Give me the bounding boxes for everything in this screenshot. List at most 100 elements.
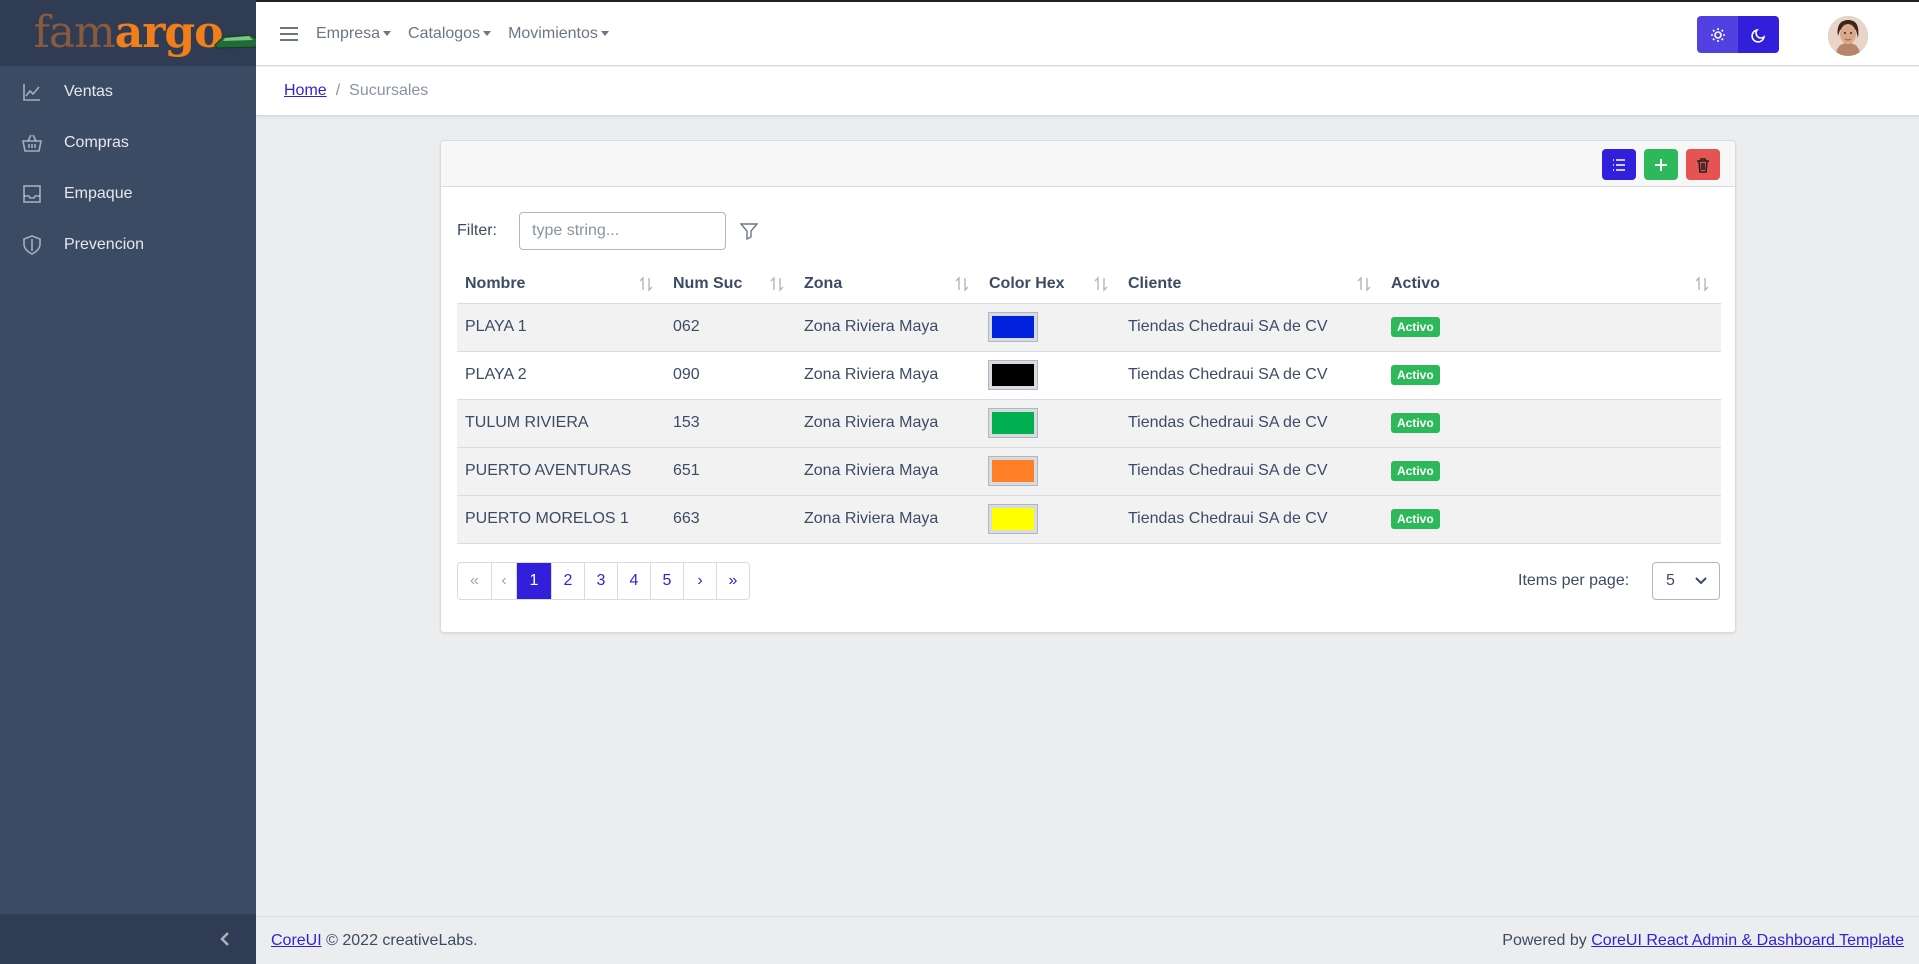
cell-activo: Activo <box>1383 399 1721 448</box>
cell-activo: Activo <box>1383 447 1721 496</box>
items-per-page-select[interactable]: 5 <box>1652 562 1720 600</box>
cell-zona: Zona Riviera Maya <box>796 351 981 400</box>
cell-nombre: PLAYA 1 <box>457 303 665 352</box>
table-row[interactable]: PUERTO AVENTURAS 651 Zona Riviera Maya T… <box>457 447 1721 496</box>
sort-icon[interactable] <box>639 276 653 292</box>
page-prev-button[interactable]: ‹ <box>491 563 516 599</box>
sucursales-table: Nombre Num Suc Zona Color Hex Cliente Ac… <box>457 265 1721 544</box>
cell-color-hex <box>981 399 1120 448</box>
sort-icon[interactable] <box>955 276 969 292</box>
cell-nombre: PUERTO AVENTURAS <box>457 447 665 496</box>
page-button-1[interactable]: 1 <box>516 563 551 599</box>
hamburger-menu-icon[interactable] <box>280 26 298 41</box>
top-nav: Empresa Catalogos Movimientos <box>316 25 626 43</box>
footer-powered-by: Powered by <box>1502 931 1587 949</box>
sidebar-toggler[interactable] <box>0 914 256 964</box>
breadcrumb-separator: / <box>335 82 341 99</box>
delete-button[interactable] <box>1686 149 1720 180</box>
sort-icon[interactable] <box>1695 276 1709 292</box>
column-header-color-hex[interactable]: Color Hex <box>981 265 1120 304</box>
caret-down-icon <box>600 31 609 36</box>
page-button-5[interactable]: 5 <box>650 563 683 599</box>
light-theme-button[interactable] <box>1697 16 1738 53</box>
sidebar-item-compras[interactable]: Compras <box>0 117 256 168</box>
page-button-3[interactable]: 3 <box>584 563 617 599</box>
sidebar-item-empaque[interactable]: Empaque <box>0 168 256 219</box>
cell-num-suc: 090 <box>665 351 796 400</box>
footer-coreui-link[interactable]: CoreUI <box>271 932 322 949</box>
footer: CoreUI © 2022 creativeLabs. Powered by C… <box>256 916 1919 964</box>
sidebar-nav: Ventas Compras Empaque Prevencion <box>0 66 256 270</box>
cell-nombre: PLAYA 2 <box>457 351 665 400</box>
sidebar-item-label: Ventas <box>64 82 113 100</box>
status-badge: Activo <box>1391 413 1440 433</box>
column-header-zona[interactable]: Zona <box>796 265 981 304</box>
cell-zona: Zona Riviera Maya <box>796 495 981 544</box>
trash-icon <box>1697 157 1709 173</box>
column-header-num-suc[interactable]: Num Suc <box>665 265 796 304</box>
cell-zona: Zona Riviera Maya <box>796 447 981 496</box>
table-row[interactable]: TULUM RIVIERA 153 Zona Riviera Maya Tien… <box>457 399 1721 448</box>
page-next-button[interactable]: › <box>683 563 716 599</box>
nav-dropdown-empresa[interactable]: Empresa <box>316 25 392 43</box>
sort-icon[interactable] <box>770 276 784 292</box>
dark-theme-button[interactable] <box>1738 16 1779 53</box>
sort-icon[interactable] <box>1357 276 1371 292</box>
filter-input[interactable] <box>519 212 726 250</box>
cell-zona: Zona Riviera Maya <box>796 303 981 352</box>
add-button[interactable] <box>1644 149 1678 180</box>
breadcrumb-current: Sucursales <box>349 82 429 99</box>
sidebar-item-ventas[interactable]: Ventas <box>0 66 256 117</box>
footer-template-link[interactable]: CoreUI React Admin & Dashboard Template <box>1591 932 1904 949</box>
nav-dropdown-movimientos[interactable]: Movimientos <box>508 25 609 43</box>
status-badge: Activo <box>1391 509 1440 529</box>
breadcrumb: Home / Sucursales <box>256 67 1919 116</box>
sort-icon[interactable] <box>1094 276 1108 292</box>
inbox-icon <box>22 184 42 204</box>
logo-text-part2: argo <box>114 7 224 58</box>
theme-toggle-group <box>1697 16 1779 53</box>
nav-dropdown-label: Catalogos <box>408 24 481 42</box>
cell-num-suc: 062 <box>665 303 796 352</box>
list-view-button[interactable] <box>1602 149 1636 180</box>
cell-activo: Activo <box>1383 303 1721 352</box>
column-header-cliente[interactable]: Cliente <box>1120 265 1383 304</box>
caret-down-icon <box>383 31 392 36</box>
brand-logo[interactable]: fam argo <box>33 7 262 58</box>
column-header-activo[interactable]: Activo <box>1383 265 1721 304</box>
table-header-row: Nombre Num Suc Zona Color Hex Cliente Ac… <box>457 265 1721 304</box>
page-last-button[interactable]: » <box>716 563 749 599</box>
card-header <box>441 141 1735 187</box>
nav-dropdown-catalogos[interactable]: Catalogos <box>408 24 492 43</box>
table-row[interactable]: PLAYA 1 062 Zona Riviera Maya Tiendas Ch… <box>457 303 1721 352</box>
cell-cliente: Tiendas Chedraui SA de CV <box>1120 447 1383 496</box>
color-swatch <box>988 504 1038 534</box>
cell-color-hex <box>981 447 1120 496</box>
cell-activo: Activo <box>1383 495 1721 544</box>
sun-icon <box>1710 27 1725 42</box>
sidebar-brand[interactable]: fam argo <box>0 0 262 66</box>
user-avatar[interactable] <box>1828 16 1868 56</box>
breadcrumb-home-link[interactable]: Home <box>284 82 327 100</box>
column-label: Cliente <box>1128 274 1182 292</box>
sidebar-item-prevencion[interactable]: Prevencion <box>0 219 256 270</box>
list-icon <box>1613 158 1625 171</box>
table-row[interactable]: PLAYA 2 090 Zona Riviera Maya Tiendas Ch… <box>457 351 1721 400</box>
cell-nombre: TULUM RIVIERA <box>457 399 665 448</box>
cell-cliente: Tiendas Chedraui SA de CV <box>1120 495 1383 544</box>
page-button-4[interactable]: 4 <box>617 563 650 599</box>
column-label: Color Hex <box>989 274 1065 292</box>
column-label: Num Suc <box>673 274 743 292</box>
color-swatch <box>988 312 1038 342</box>
column-header-nombre[interactable]: Nombre <box>457 265 665 304</box>
plus-icon <box>1655 158 1667 171</box>
filter-icon[interactable] <box>739 222 759 241</box>
page-first-button[interactable]: « <box>458 563 491 599</box>
filter-label: Filter: <box>457 222 497 239</box>
items-per-page-value: 5 <box>1666 572 1675 589</box>
basket-icon <box>22 133 42 153</box>
chevron-left-icon <box>220 932 229 946</box>
page-button-2[interactable]: 2 <box>551 563 584 599</box>
column-label: Nombre <box>465 274 526 292</box>
table-row[interactable]: PUERTO MORELOS 1 663 Zona Riviera Maya T… <box>457 495 1721 544</box>
